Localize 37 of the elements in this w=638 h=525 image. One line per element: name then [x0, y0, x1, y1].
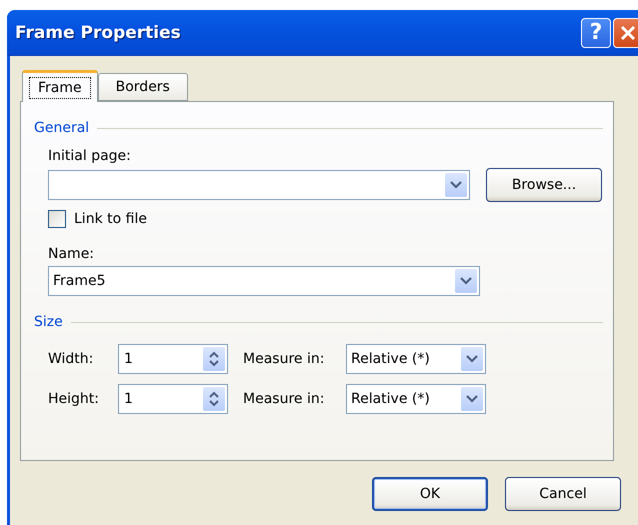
help-button[interactable]: ?	[581, 18, 611, 48]
tab[interactable]: Frame	[22, 70, 98, 102]
field-label: Height:	[48, 391, 100, 407]
section-heading: General	[34, 120, 90, 136]
tab[interactable]: Borders	[98, 73, 188, 101]
window-title: Frame Properties	[15, 22, 182, 42]
dialog-button[interactable]: OK	[372, 477, 488, 511]
close-button[interactable]	[613, 18, 638, 48]
dropdown-button[interactable]	[445, 173, 467, 197]
dialog-button[interactable]: Cancel	[505, 477, 621, 511]
close-icon	[620, 24, 636, 40]
field-label: Name:	[48, 246, 96, 262]
chevron-down-icon	[460, 277, 472, 285]
up-down-arrows-icon	[209, 351, 219, 367]
chevron-down-icon	[450, 181, 462, 189]
section-heading: Size	[34, 314, 63, 330]
unit-combobox[interactable]: Relative (*)	[346, 384, 486, 414]
spin-buttons[interactable]	[203, 347, 225, 371]
dropdown-button[interactable]	[455, 269, 477, 293]
spin-buttons[interactable]	[203, 387, 225, 411]
number-spinner[interactable]: 1	[118, 344, 228, 374]
browse-button[interactable]: Browse...	[486, 168, 602, 202]
chevron-down-icon	[466, 395, 478, 403]
checkbox[interactable]	[48, 210, 66, 228]
checkbox-label[interactable]: Link to file	[74, 211, 147, 227]
field-label: Initial page:	[48, 148, 132, 164]
number-spinner[interactable]: 1	[118, 384, 228, 414]
field-label: Measure in:	[243, 351, 326, 367]
name-combobox[interactable]: Frame5	[48, 266, 480, 296]
up-down-arrows-icon	[209, 391, 219, 407]
unit-combobox[interactable]: Relative (*)	[346, 344, 486, 374]
field-label: Width:	[48, 351, 94, 367]
dropdown-button[interactable]	[461, 347, 483, 371]
field-label: Measure in:	[243, 391, 326, 407]
chevron-down-icon	[466, 355, 478, 363]
dropdown-button[interactable]	[461, 387, 483, 411]
initial-page-combobox[interactable]	[48, 170, 470, 200]
